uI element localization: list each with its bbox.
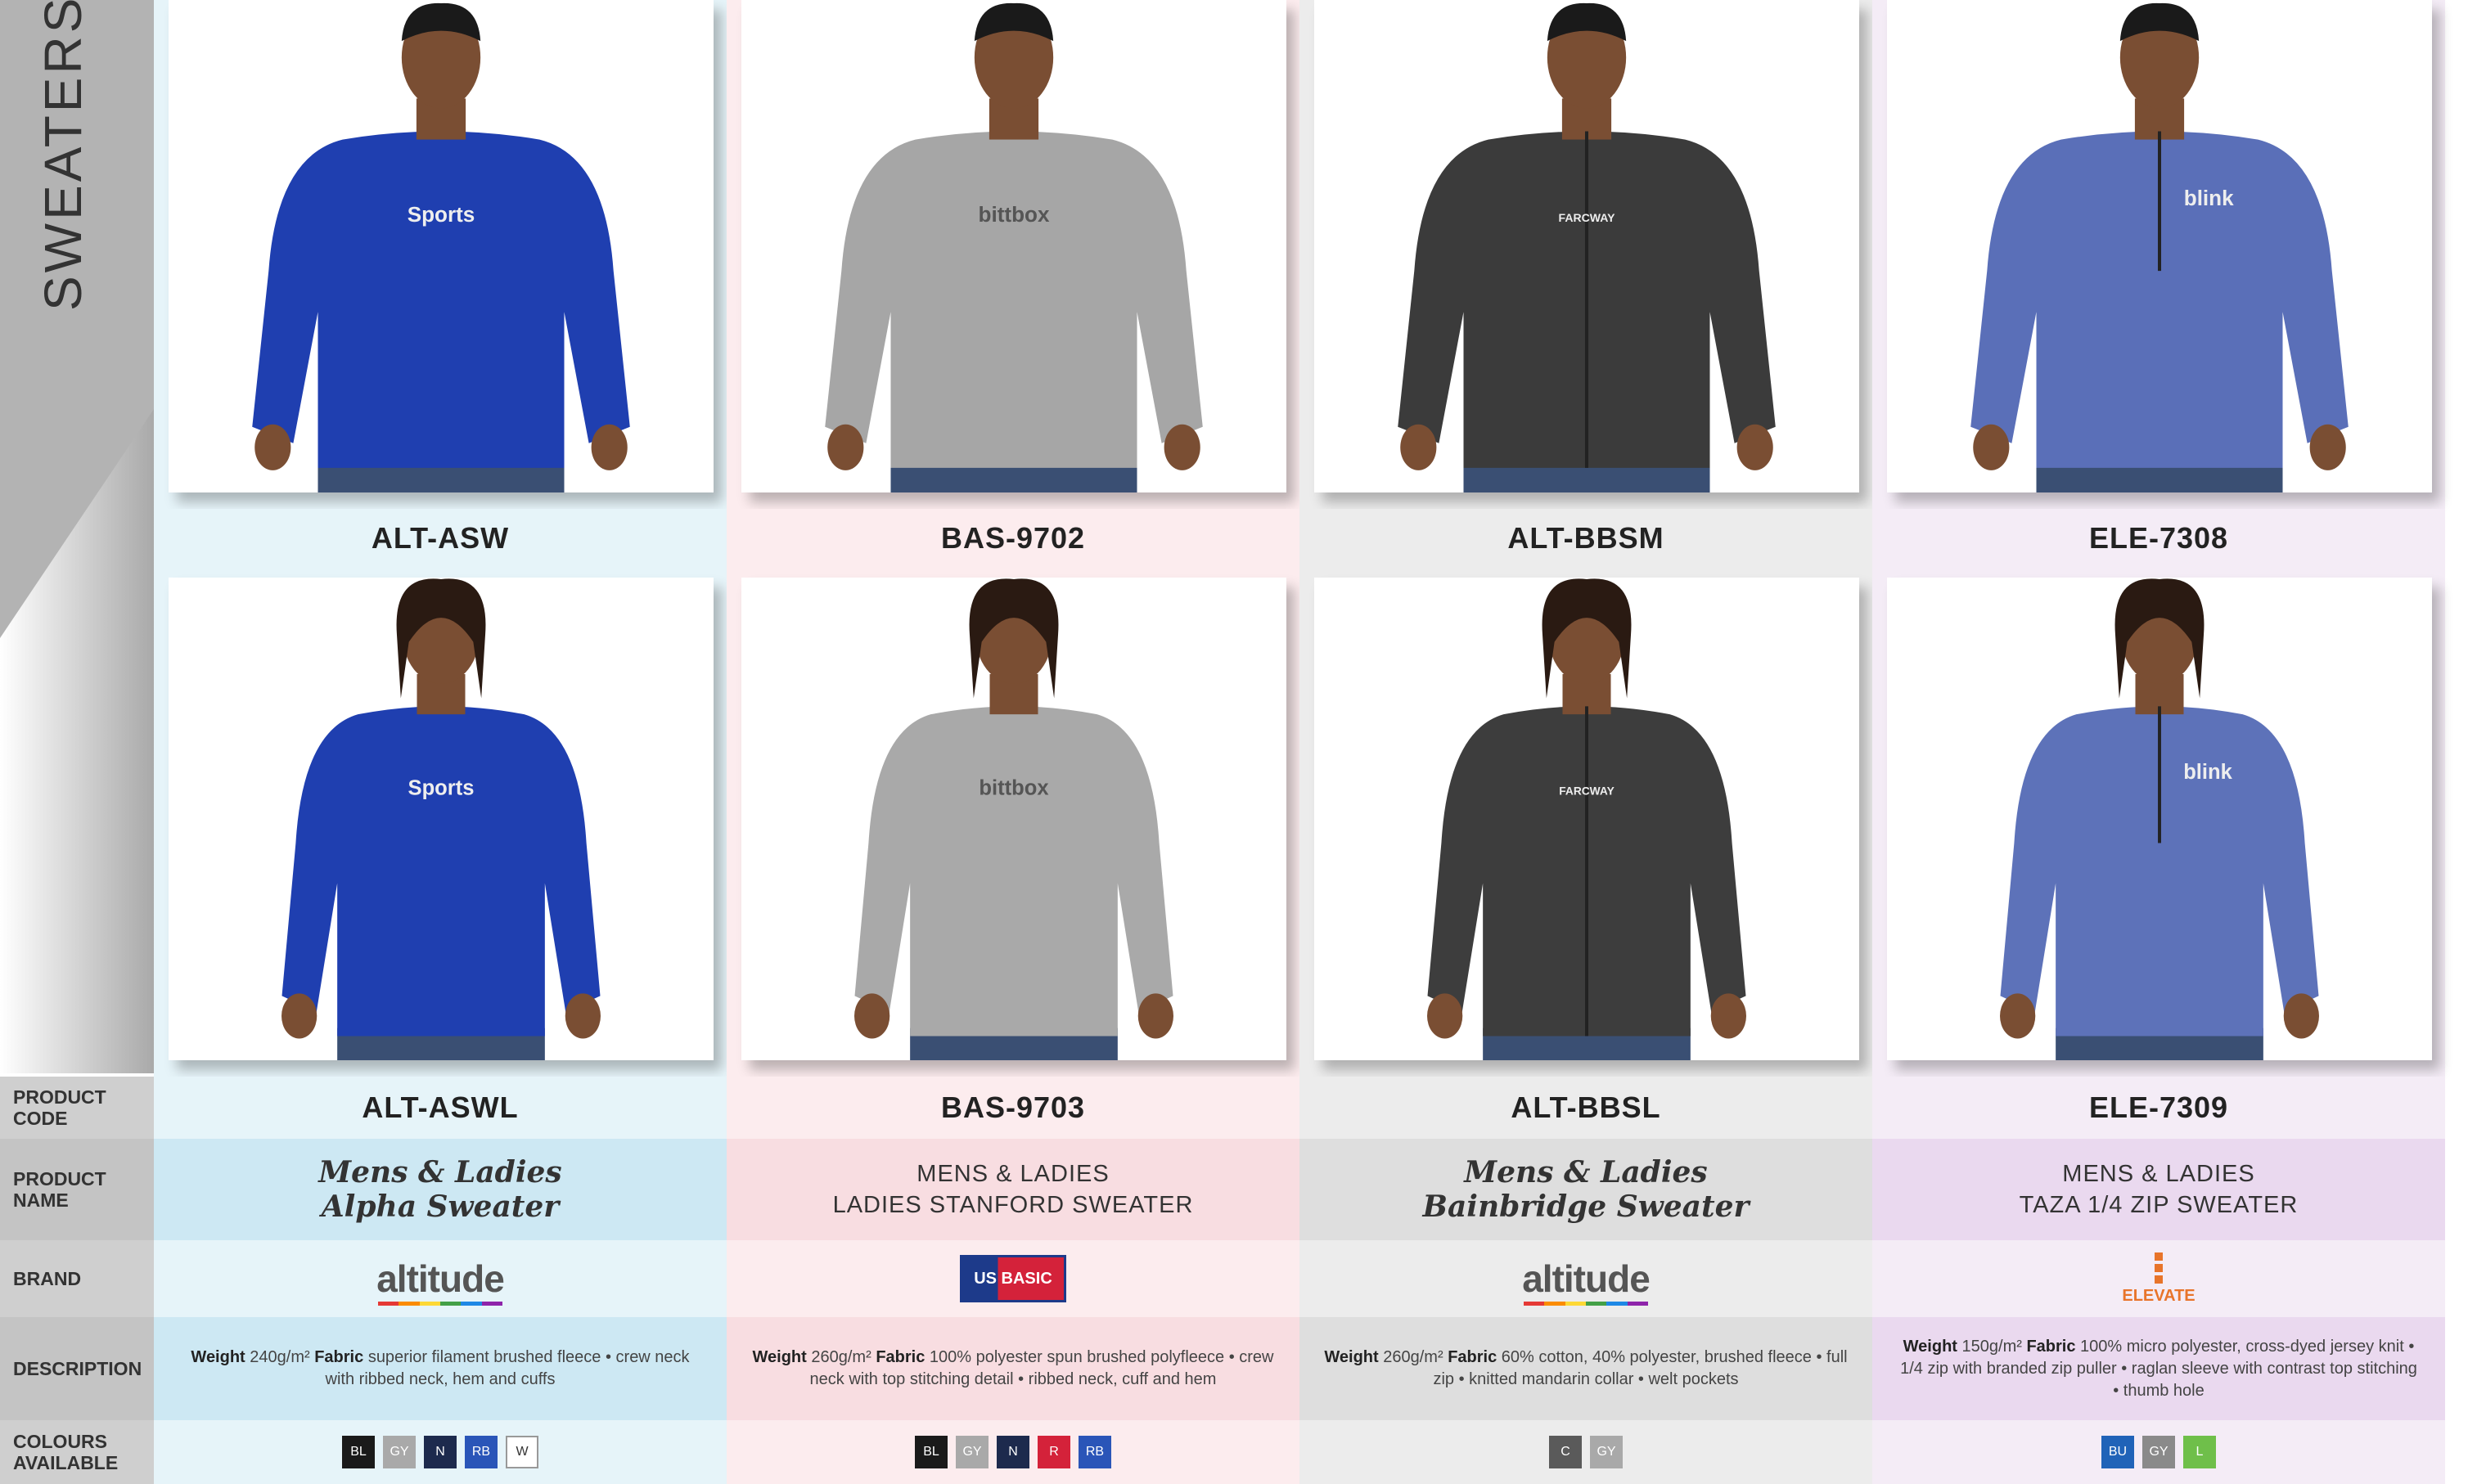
colour-swatch: RB: [1079, 1436, 1111, 1468]
product-name: Mens & Ladies Alpha Sweater: [154, 1139, 727, 1240]
product-name-line2: LADIES STANFORD SWEATER: [832, 1192, 1194, 1218]
weight-label: Weight: [191, 1348, 245, 1366]
fabric-label: Fabric: [876, 1348, 926, 1366]
brand-name: ELEVATE: [2122, 1286, 2196, 1305]
product-code-men: BAS-9702: [727, 509, 1299, 568]
brand-logo: altitude: [154, 1240, 727, 1317]
colour-swatch: L: [2183, 1436, 2216, 1468]
product-description: Weight 260g/m² Fabric 60% cotton, 40% po…: [1299, 1317, 1872, 1420]
row-label-colours: COLOURS AVAILABLE: [0, 1420, 154, 1484]
product-name-line1: MENS & LADIES: [916, 1161, 1110, 1187]
svg-text:Sports: Sports: [408, 777, 475, 800]
category-sidebar: SWEATERS: [0, 0, 154, 1073]
product-photo-ladies: Sports: [169, 578, 714, 1060]
product-name-line2: TAZA 1/4 ZIP SWEATER: [2019, 1192, 2299, 1218]
usbasic-logo: US BASIC: [960, 1255, 1066, 1302]
colour-swatch: GY: [1590, 1436, 1623, 1468]
product-code: ELE-7309: [1872, 1077, 2445, 1139]
colour-swatch: R: [1038, 1436, 1070, 1468]
row-label-description: DESCRIPTION: [0, 1317, 154, 1420]
colour-swatch: BL: [342, 1436, 375, 1468]
colour-swatch: N: [997, 1436, 1029, 1468]
product-description: Weight 260g/m² Fabric 100% polyester spu…: [727, 1317, 1299, 1420]
svg-text:Sports: Sports: [408, 202, 475, 227]
colour-swatch: GY: [956, 1436, 989, 1468]
weight-label: Weight: [1903, 1337, 1957, 1356]
product-photo-men: Sports: [169, 0, 714, 492]
row-label-product-code: PRODUCT CODE: [0, 1077, 154, 1139]
brand-name: altitude: [376, 1257, 505, 1300]
colour-swatches: BU GY L: [1872, 1420, 2445, 1484]
product-photo-ladies: FARCWAY: [1314, 578, 1859, 1060]
weight-label: Weight: [1324, 1348, 1379, 1366]
weight-value: 260g/m²: [811, 1348, 871, 1366]
row-label-product-name: PRODUCT NAME: [0, 1139, 154, 1240]
product-code: ALT-ASWL: [154, 1077, 727, 1139]
colour-swatches: BL GY N RB W: [154, 1420, 727, 1484]
description-text: Weight 260g/m² Fabric 60% cotton, 40% po…: [1322, 1347, 1849, 1391]
brand-logo: altitude: [1299, 1240, 1872, 1317]
svg-text:FARCWAY: FARCWAY: [1559, 785, 1615, 798]
brand-name: US BASIC: [962, 1257, 1064, 1300]
brand-colour-bar: [1524, 1302, 1648, 1306]
product-name: MENS & LADIES LADIES STANFORD SWEATER: [727, 1139, 1299, 1240]
colour-swatch: N: [424, 1436, 457, 1468]
altitude-logo: altitude: [1522, 1257, 1651, 1306]
description-body: superior filament brushed fleece • crew …: [325, 1348, 690, 1388]
colour-swatch: BU: [2101, 1436, 2134, 1468]
brand-logo: ELEVATE: [1872, 1240, 2445, 1317]
weight-value: 260g/m²: [1383, 1348, 1443, 1366]
svg-text:FARCWAY: FARCWAY: [1559, 211, 1616, 224]
colour-swatches: C GY: [1299, 1420, 1872, 1484]
weight-label: Weight: [752, 1348, 807, 1366]
product-name: MENS & LADIES TAZA 1/4 ZIP SWEATER: [1872, 1139, 2445, 1240]
product-photo-ladies: blink: [1887, 578, 2432, 1060]
fabric-label: Fabric: [1448, 1348, 1497, 1366]
brand-colour-bar: [378, 1302, 502, 1306]
svg-text:blink: blink: [2184, 186, 2234, 210]
description-text: Weight 150g/m² Fabric 100% micro polyest…: [1895, 1336, 2422, 1402]
product-photo-ladies: bittbox: [741, 578, 1286, 1060]
colour-swatch: BL: [915, 1436, 948, 1468]
product-description: Weight 150g/m² Fabric 100% micro polyest…: [1872, 1317, 2445, 1420]
brand-logo: US BASIC: [727, 1240, 1299, 1317]
product-photo-men: FARCWAY: [1314, 0, 1859, 492]
product-photo-men: blink: [1887, 0, 2432, 492]
description-text: Weight 240g/m² Fabric superior filament …: [177, 1347, 704, 1391]
colour-swatches: BL GY N R RB: [727, 1420, 1299, 1484]
fabric-label: Fabric: [2026, 1337, 2076, 1356]
colour-swatch: RB: [465, 1436, 498, 1468]
product-name-line1: Mens & Ladies: [1464, 1155, 1708, 1189]
product-name: Mens & Ladies Bainbridge Sweater: [1299, 1139, 1872, 1240]
elevate-mark-icon: [2155, 1252, 2163, 1284]
weight-value: 150g/m²: [1961, 1337, 2022, 1356]
product-name-line2: Bainbridge Sweater: [1422, 1189, 1750, 1224]
altitude-logo: altitude: [376, 1257, 505, 1306]
product-code: BAS-9703: [727, 1077, 1299, 1139]
svg-text:bittbox: bittbox: [979, 202, 1050, 227]
fabric-label: Fabric: [314, 1348, 364, 1366]
colour-swatch: W: [506, 1436, 538, 1468]
product-description: Weight 240g/m² Fabric superior filament …: [154, 1317, 727, 1420]
product-code-men: ALT-ASW: [154, 509, 727, 568]
colour-swatch: GY: [2142, 1436, 2175, 1468]
product-code-men: ALT-BBSM: [1299, 509, 1872, 568]
description-text: Weight 260g/m² Fabric 100% polyester spu…: [750, 1347, 1277, 1391]
elevate-logo: ELEVATE: [2122, 1252, 2196, 1306]
product-code: ALT-BBSL: [1299, 1077, 1872, 1139]
product-name-line2: Alpha Sweater: [321, 1189, 560, 1224]
brand-name: altitude: [1522, 1257, 1651, 1300]
colour-swatch: C: [1549, 1436, 1582, 1468]
weight-value: 240g/m²: [250, 1348, 310, 1366]
category-title: SWEATERS: [34, 0, 92, 311]
product-code-men: ELE-7308: [1872, 509, 2445, 568]
row-label-brand: BRAND: [0, 1240, 154, 1317]
svg-text:bittbox: bittbox: [979, 777, 1049, 800]
colour-swatch: GY: [383, 1436, 416, 1468]
product-name-line1: Mens & Ladies: [318, 1155, 562, 1189]
svg-text:blink: blink: [2183, 761, 2232, 784]
product-photo-men: bittbox: [741, 0, 1286, 492]
product-name-line1: MENS & LADIES: [2062, 1161, 2255, 1187]
